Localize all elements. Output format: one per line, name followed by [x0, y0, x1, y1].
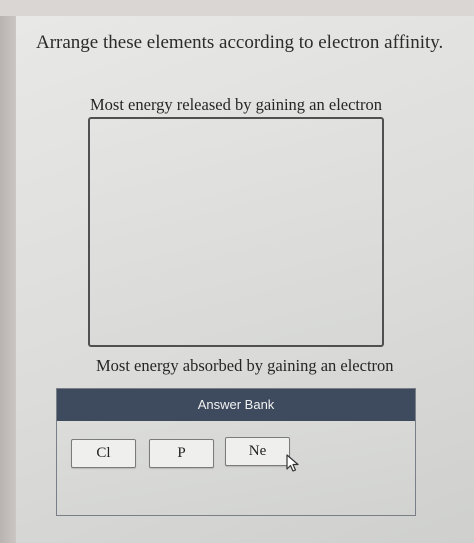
question-panel: Arrange these elements according to elec… — [16, 16, 474, 543]
window-top-edge — [0, 0, 474, 16]
answer-chip-ne[interactable]: Ne — [225, 437, 290, 466]
mouse-pointer-icon — [286, 454, 302, 479]
answer-bank-header: Answer Bank — [57, 389, 415, 421]
ranking-drop-zone[interactable] — [88, 117, 384, 347]
window-edge — [0, 0, 16, 543]
ranking-top-label: Most energy released by gaining an elect… — [90, 95, 383, 114]
answer-bank: Answer Bank Cl P Ne — [56, 388, 416, 516]
ranking-bottom-label: Most energy absorbed by gaining an elect… — [96, 356, 394, 375]
answer-chip-p[interactable]: P — [149, 439, 214, 468]
answer-chip-cl[interactable]: Cl — [71, 439, 136, 468]
question-prompt: Arrange these elements according to elec… — [36, 32, 444, 53]
